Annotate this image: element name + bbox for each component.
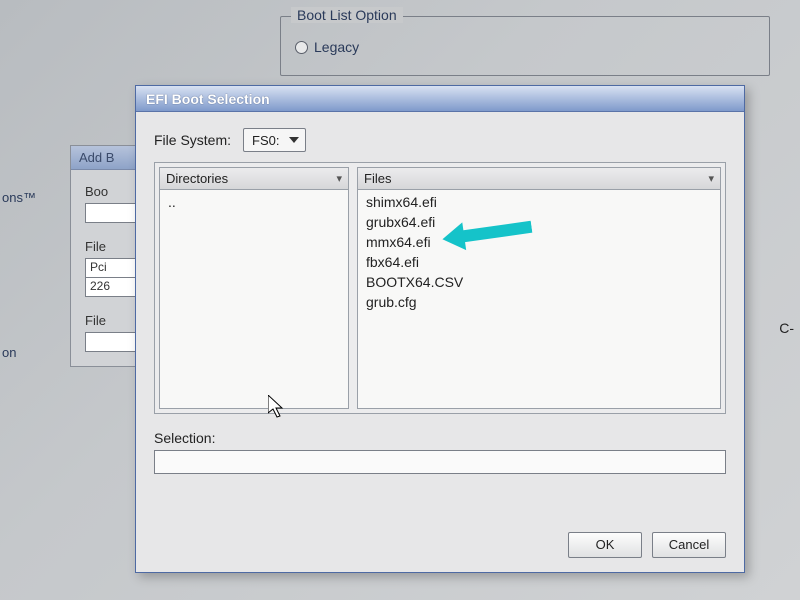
filesystem-value: FS0:	[252, 133, 279, 148]
file-browser-panes: Directories ▾ .. Files ▾ shimx64.efi gru…	[154, 162, 726, 414]
directories-header: Directories	[166, 171, 228, 186]
filter-icon[interactable]: ▾	[336, 172, 342, 185]
files-list[interactable]: shimx64.efi grubx64.efi mmx64.efi fbx64.…	[358, 190, 720, 408]
list-item[interactable]: ..	[166, 193, 342, 211]
background-bios-area: Boot List Option Legacy	[250, 0, 800, 86]
left-edge-text-1: ons™	[2, 190, 60, 205]
cancel-button[interactable]: Cancel	[652, 532, 726, 558]
pci-num: 226	[90, 279, 110, 293]
boot-list-groupbox: Boot List Option Legacy	[280, 16, 770, 76]
left-edge-text-2: on	[2, 345, 60, 360]
filesystem-combo[interactable]: FS0:	[243, 128, 306, 152]
chevron-down-icon	[289, 137, 299, 143]
list-item[interactable]: BOOTX64.CSV	[364, 273, 714, 291]
list-item[interactable]: grubx64.efi	[364, 213, 714, 231]
files-pane: Files ▾ shimx64.efi grubx64.efi mmx64.ef…	[357, 167, 721, 409]
directories-pane: Directories ▾ ..	[159, 167, 349, 409]
right-fragment: C-	[779, 320, 794, 336]
legacy-radio-row[interactable]: Legacy	[295, 39, 755, 55]
efi-boot-selection-dialog: EFI Boot Selection File System: FS0: Dir…	[135, 85, 745, 573]
directories-list[interactable]: ..	[160, 190, 348, 408]
filesystem-label: File System:	[154, 132, 231, 148]
list-item[interactable]: fbx64.efi	[364, 253, 714, 271]
files-header: Files	[364, 171, 391, 186]
list-item[interactable]: grub.cfg	[364, 293, 714, 311]
left-edge-fragment: ons™ on	[0, 190, 60, 360]
dialog-titlebar: EFI Boot Selection	[136, 86, 744, 112]
ok-button[interactable]: OK	[568, 532, 642, 558]
radio-icon	[295, 41, 308, 54]
selection-label: Selection:	[154, 430, 726, 446]
boot-list-legend: Boot List Option	[291, 7, 403, 23]
selection-input[interactable]	[154, 450, 726, 474]
pci-text: Pci	[90, 260, 107, 274]
list-item[interactable]: mmx64.efi	[364, 233, 714, 251]
filter-icon[interactable]: ▾	[708, 172, 714, 185]
legacy-radio-label: Legacy	[314, 39, 359, 55]
dialog-title: EFI Boot Selection	[146, 91, 270, 107]
list-item[interactable]: shimx64.efi	[364, 193, 714, 211]
